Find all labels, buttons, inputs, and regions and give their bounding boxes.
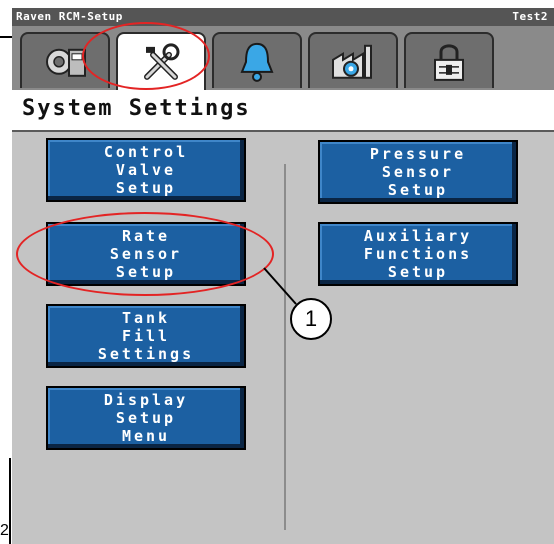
figure-tick-line xyxy=(0,36,12,38)
tank-fill-settings-button[interactable]: Tank Fill Settings xyxy=(46,304,246,368)
rate-sensor-setup-button[interactable]: Rate Sensor Setup xyxy=(46,222,246,286)
machine-gear-icon xyxy=(46,48,86,77)
profile-label: Test2 xyxy=(512,10,548,23)
page-title: System Settings xyxy=(22,96,251,121)
lock-icon xyxy=(434,44,464,81)
tab-security[interactable] xyxy=(404,32,494,88)
tab-alarms[interactable] xyxy=(212,32,302,88)
tab-system-settings[interactable] xyxy=(116,32,206,90)
display-setup-menu-button[interactable]: Display Setup Menu xyxy=(46,386,246,450)
tools-icon xyxy=(144,43,180,80)
pressure-sensor-setup-button[interactable]: Pressure Sensor Setup xyxy=(318,140,518,204)
column-divider xyxy=(284,164,286,530)
figure-marker: 2 xyxy=(0,522,9,539)
tab-factory-settings[interactable] xyxy=(308,32,398,88)
alarm-bell-icon xyxy=(240,42,274,82)
figure-edge-line xyxy=(9,458,11,544)
callout-number: 1 xyxy=(290,298,332,340)
app-title: Raven RCM-Setup xyxy=(16,10,123,23)
screen-frame: Raven RCM-Setup Test2 System Settings Co… xyxy=(12,8,554,544)
page-header: System Settings xyxy=(12,90,554,132)
factory-gear-icon xyxy=(332,44,372,79)
settings-panel: Control Valve Setup Rate Sensor Setup Ta… xyxy=(12,132,554,544)
title-bar: Raven RCM-Setup Test2 xyxy=(12,8,554,26)
auxiliary-functions-setup-button[interactable]: Auxiliary Functions Setup xyxy=(318,222,518,286)
tab-bar xyxy=(12,26,554,90)
tab-machine[interactable] xyxy=(20,32,110,88)
control-valve-setup-button[interactable]: Control Valve Setup xyxy=(46,138,246,202)
